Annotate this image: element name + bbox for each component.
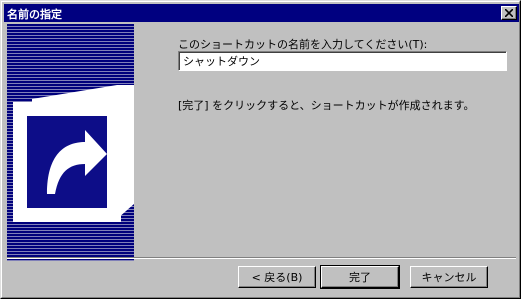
finish-info-text: [完了] をクリックすると、ショートカットが作成されます。 [178, 99, 475, 112]
separator [7, 257, 516, 259]
window-title: 名前の指定 [7, 8, 62, 21]
wizard-art-panel [7, 24, 134, 261]
shortcut-name-input[interactable] [178, 51, 507, 71]
cancel-button[interactable]: キャンセル [410, 266, 488, 288]
title-bar[interactable]: 名前の指定 [4, 4, 519, 22]
back-button[interactable]: < 戻る(B) [238, 266, 316, 288]
dialog-frame: 名前の指定 このショートカットの名前を入力してください(T): シャットダウン … [1, 1, 520, 298]
finish-button[interactable]: 完了 [320, 265, 400, 289]
close-icon [505, 9, 513, 17]
shortcut-arrow-icon [13, 85, 134, 222]
name-prompt-label: このショートカットの名前を入力してください(T): [178, 38, 428, 51]
close-button[interactable] [501, 6, 517, 20]
dialog-window: 名前の指定 このショートカットの名前を入力してください(T): シャットダウン … [0, 0, 521, 299]
